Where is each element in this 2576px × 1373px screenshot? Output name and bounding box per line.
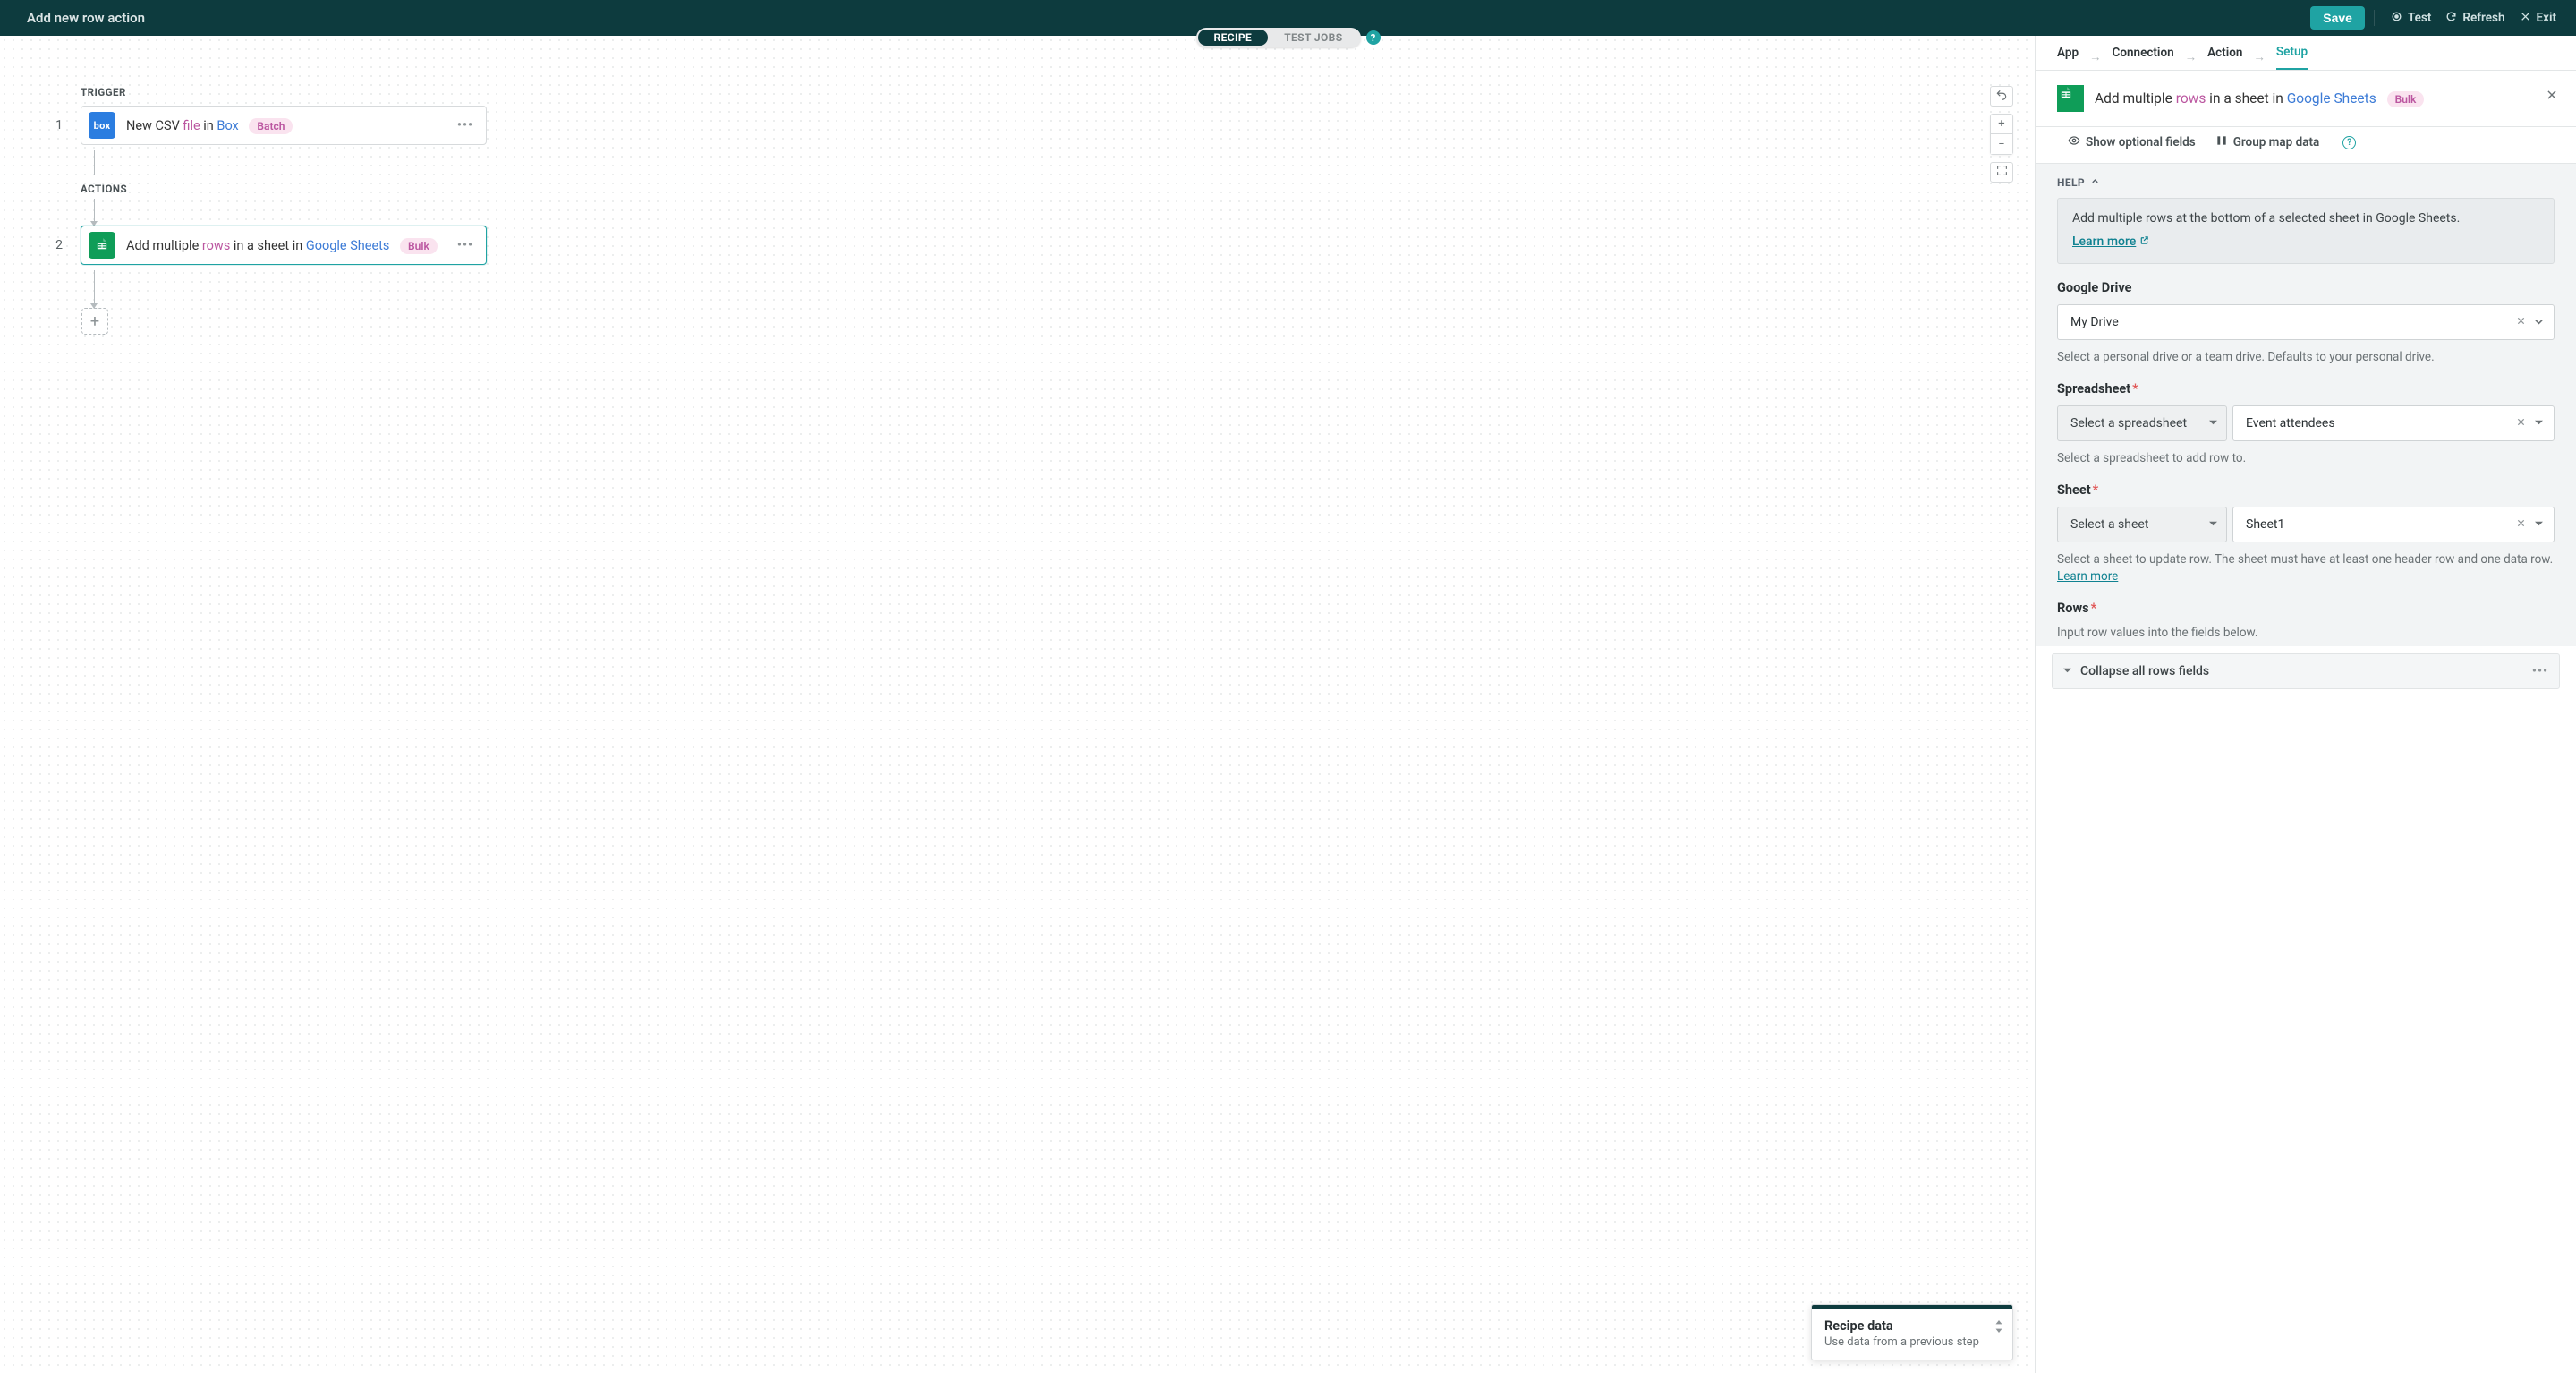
spreadsheet-hint: Select a spreadsheet to add row to. <box>2057 450 2555 466</box>
refresh-icon <box>2445 11 2457 26</box>
help-info-box: Add multiple rows at the bottom of a sel… <box>2057 198 2555 264</box>
help-icon[interactable]: ? <box>1366 30 1381 45</box>
bc-connection[interactable]: Connection <box>2113 46 2174 69</box>
step-number: 2 <box>54 238 64 252</box>
rows-hint: Input row values into the fields below. <box>2057 625 2555 641</box>
collapse-rows-button[interactable]: Collapse all rows fields ••• <box>2052 653 2560 689</box>
add-step-button[interactable]: + <box>81 308 108 335</box>
clear-sheet-button[interactable] <box>2511 514 2531 535</box>
eye-icon <box>2068 134 2080 150</box>
zoom-in-button[interactable]: + <box>1990 114 2013 134</box>
close-panel-button[interactable] <box>2546 89 2558 105</box>
action-card[interactable]: Add multiple rows in a sheet in Google S… <box>81 226 487 265</box>
spreadsheet-select-button[interactable]: Select a spreadsheet <box>2057 405 2227 441</box>
bc-action[interactable]: Action <box>2207 46 2242 69</box>
chevron-up-icon <box>2090 176 2100 189</box>
trigger-section-label: TRIGGER <box>81 86 487 98</box>
sheet-value[interactable]: Sheet1 <box>2246 517 2511 532</box>
save-button[interactable]: Save <box>2310 6 2365 30</box>
rows-label: Rows* <box>2057 601 2555 616</box>
google-drive-hint: Select a personal drive or a team drive.… <box>2057 349 2555 365</box>
help-icon[interactable]: ? <box>2342 136 2356 149</box>
plus-icon: + <box>1998 117 2004 131</box>
test-button[interactable]: Test <box>2384 7 2438 30</box>
arrow-icon: → <box>2180 50 2203 64</box>
setup-header-text: Add multiple rows in a sheet in Google S… <box>2095 90 2555 107</box>
recipe-data-panel[interactable]: Recipe data Use data from a previous ste… <box>1811 1304 2013 1360</box>
fit-icon <box>1996 165 2008 180</box>
page-title: Add new row action <box>27 10 145 26</box>
close-icon <box>2520 11 2531 26</box>
chevron-down-icon <box>2209 416 2217 431</box>
connector <box>94 270 487 308</box>
chevron-down-icon[interactable] <box>2531 514 2546 535</box>
undo-button[interactable] <box>1990 86 2013 107</box>
bulk-badge: Bulk <box>400 238 438 254</box>
chevron-down-icon <box>2063 664 2071 678</box>
sheet-select-button[interactable]: Select a sheet <box>2057 507 2227 542</box>
google-sheets-app-icon <box>89 232 115 259</box>
connector <box>94 150 487 175</box>
arrow-icon: → <box>2248 50 2271 64</box>
chevron-down-icon[interactable] <box>2531 413 2546 434</box>
card-more-icon[interactable]: ••• <box>454 116 477 134</box>
external-link-icon <box>2139 235 2149 249</box>
batch-badge: Batch <box>249 118 293 134</box>
group-map-data-button[interactable]: Group map data <box>2215 134 2320 150</box>
more-icon[interactable]: ••• <box>2532 664 2548 678</box>
minus-icon: − <box>1998 138 2004 151</box>
exit-button[interactable]: Exit <box>2512 7 2564 30</box>
columns-icon <box>2215 134 2228 150</box>
trigger-card-text: New CSV file in Box Batch <box>126 118 454 133</box>
mode-tabs: RECIPE TEST JOBS <box>1196 28 1361 47</box>
chevron-down-icon[interactable] <box>2531 311 2546 333</box>
fit-view-button[interactable] <box>1990 162 2013 183</box>
expand-icon <box>1994 1320 2003 1336</box>
sheet-hint: Select a sheet to update row. The sheet … <box>2057 551 2555 584</box>
step-number: 1 <box>54 118 64 132</box>
clear-drive-button[interactable] <box>2511 311 2531 333</box>
bulk-badge: Bulk <box>2387 91 2425 107</box>
google-drive-value[interactable]: My Drive <box>2070 315 2511 329</box>
connector <box>94 199 487 226</box>
separator <box>2374 10 2375 26</box>
target-icon <box>2391 11 2402 26</box>
recipe-canvas[interactable]: TRIGGER 1 box New CSV file in Box Batch … <box>0 36 2035 1373</box>
box-app-icon: box <box>89 112 115 139</box>
arrow-icon: → <box>2084 50 2107 64</box>
tab-recipe[interactable]: RECIPE <box>1198 30 1269 46</box>
spreadsheet-value[interactable]: Event attendees <box>2246 416 2511 431</box>
refresh-button[interactable]: Refresh <box>2438 7 2512 30</box>
card-more-icon[interactable]: ••• <box>454 236 477 254</box>
bc-setup[interactable]: Setup <box>2276 45 2308 70</box>
actions-section-label: ACTIONS <box>81 183 487 195</box>
recipe-data-title: Recipe data <box>1824 1318 2000 1334</box>
spreadsheet-label: Spreadsheet* <box>2057 381 2555 397</box>
learn-more-link[interactable]: Learn more <box>2072 235 2149 249</box>
action-card-text: Add multiple rows in a sheet in Google S… <box>126 238 454 253</box>
google-sheets-app-icon <box>2057 85 2084 112</box>
bc-app[interactable]: App <box>2057 46 2079 69</box>
chevron-down-icon <box>2209 517 2217 532</box>
sheet-learn-more-link[interactable]: Learn more <box>2057 569 2118 584</box>
google-drive-label: Google Drive <box>2057 280 2555 295</box>
zoom-out-button[interactable]: − <box>1990 134 2013 155</box>
trigger-card[interactable]: box New CSV file in Box Batch ••• <box>81 106 487 145</box>
tab-test-jobs[interactable]: TEST JOBS <box>1268 30 1358 46</box>
clear-spreadsheet-button[interactable] <box>2511 413 2531 434</box>
recipe-data-subtitle: Use data from a previous step <box>1824 1335 2000 1349</box>
undo-icon <box>1995 89 2008 105</box>
sheet-label: Sheet* <box>2057 482 2555 498</box>
help-section-toggle[interactable]: HELP <box>2057 176 2555 189</box>
show-optional-fields-button[interactable]: Show optional fields <box>2068 134 2196 150</box>
